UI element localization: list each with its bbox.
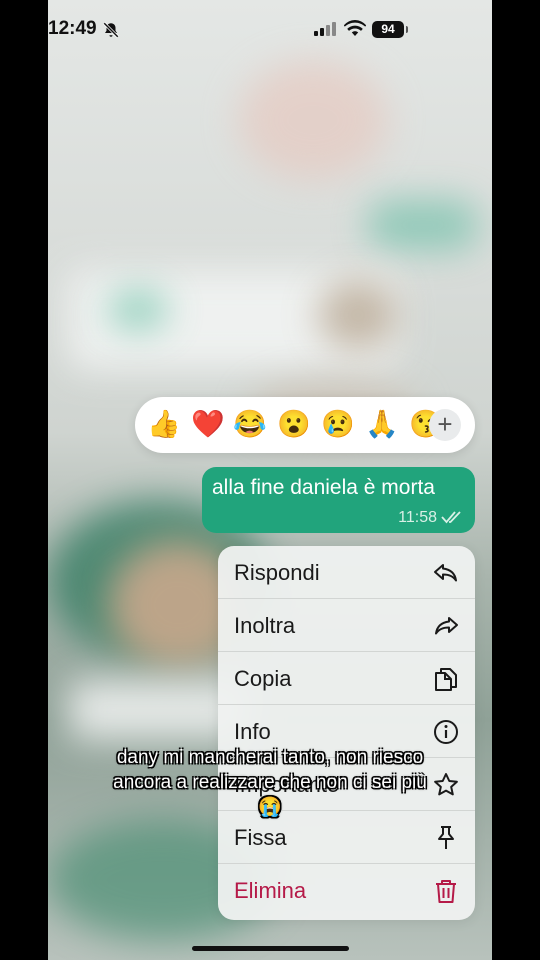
menu-item-label: Rispondi bbox=[234, 560, 320, 585]
message-time: 11:58 bbox=[398, 509, 437, 526]
trash-icon bbox=[436, 880, 456, 903]
menu-item-label: Elimina bbox=[234, 878, 307, 903]
message-bubble[interactable]: alla fine daniela è morta 11:58 bbox=[202, 467, 475, 533]
menu-item-label: Info bbox=[234, 719, 271, 744]
menu-item-reply[interactable]: Rispondi bbox=[218, 546, 475, 599]
home-indicator[interactable] bbox=[192, 946, 349, 951]
forward-icon bbox=[435, 617, 458, 635]
status-time: 12:49 bbox=[48, 18, 97, 39]
reply-icon bbox=[434, 564, 457, 582]
blurred-shape bbox=[108, 290, 168, 330]
reaction-crying[interactable]: 😢 bbox=[321, 409, 355, 439]
menu-item-label: Copia bbox=[234, 666, 292, 691]
pin-icon bbox=[438, 826, 454, 849]
blurred-shape bbox=[368, 200, 478, 250]
menu-item-label: Inoltra bbox=[234, 613, 296, 638]
reaction-heart[interactable]: ❤️ bbox=[191, 409, 225, 439]
blurred-shape bbox=[238, 60, 388, 180]
reaction-surprised[interactable]: 😮 bbox=[277, 409, 311, 439]
info-icon bbox=[434, 720, 458, 744]
menu-item-copy[interactable]: Copia bbox=[218, 652, 475, 705]
menu-item-delete[interactable]: Elimina bbox=[218, 864, 475, 917]
reaction-pray[interactable]: 🙏 bbox=[365, 409, 399, 439]
message-text: alla fine daniela è morta bbox=[212, 476, 435, 499]
copy-icon bbox=[435, 668, 457, 691]
reaction-thumbs-up[interactable]: 👍 bbox=[147, 409, 181, 439]
plus-icon[interactable]: + bbox=[429, 409, 461, 441]
bell-slash-icon bbox=[103, 22, 119, 38]
signal-icon bbox=[314, 22, 336, 36]
reaction-laughing[interactable]: 😂 bbox=[233, 409, 267, 439]
overlay-caption: dany mi mancherai tanto, non riesco anco… bbox=[113, 747, 427, 818]
battery-level: 94 bbox=[381, 22, 395, 36]
star-icon bbox=[434, 773, 458, 796]
battery-icon: 94 bbox=[372, 21, 408, 38]
menu-item-label: Fissa bbox=[234, 825, 287, 850]
wifi-icon bbox=[344, 20, 366, 36]
context-menu: Rispondi Inoltra Copia Info Importante F… bbox=[218, 546, 475, 920]
reaction-bar: 👍 ❤️ 😂 😮 😢 🙏 😘 + bbox=[135, 397, 475, 453]
blurred-shape bbox=[318, 280, 398, 350]
double-check-icon bbox=[441, 511, 461, 524]
menu-item-forward[interactable]: Inoltra bbox=[218, 599, 475, 652]
